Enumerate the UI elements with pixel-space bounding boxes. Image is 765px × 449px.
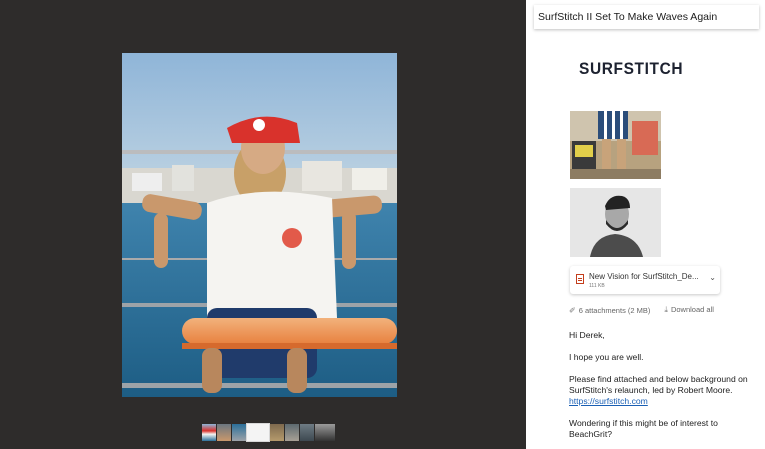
surfstitch-logo: SURFSTITCH xyxy=(579,60,684,79)
email-reading-pane: SurfStitch II Set To Make Waves Again SU… xyxy=(526,0,765,449)
surfstitch-link[interactable]: https://surfstitch.com xyxy=(569,396,648,406)
body-paragraph: I hope you are well. xyxy=(569,352,644,362)
chevron-down-icon[interactable]: ⌄ xyxy=(709,273,716,282)
thumbnail[interactable] xyxy=(217,424,231,441)
body-paragraph: Wondering if this might be of interest t… xyxy=(569,418,718,439)
thumbnail-strip xyxy=(202,423,335,442)
attachment-name: New Vision for SurfStitch_De... xyxy=(589,272,699,281)
email-subject: SurfStitch II Set To Make Waves Again xyxy=(534,5,759,29)
thumbnail[interactable] xyxy=(232,424,246,441)
attachment-card[interactable]: New Vision for SurfStitch_De... 111 KB ⌄ xyxy=(570,266,720,294)
thumbnail[interactable] xyxy=(300,424,314,441)
thumbnail[interactable] xyxy=(315,424,335,441)
thumbnail-selected[interactable] xyxy=(246,423,270,442)
email-body: Hi Derek, I hope you are well. Please fi… xyxy=(569,330,759,440)
word-doc-icon xyxy=(576,274,584,284)
greeting: Hi Derek, xyxy=(569,330,605,340)
paperclip-icon: ✐ xyxy=(569,305,576,315)
attachments-summary[interactable]: ✐ 6 attachments (2 MB) xyxy=(569,306,650,315)
download-all-button[interactable]: ⤓ Download all xyxy=(664,305,714,315)
body-paragraph: Please find attached and below backgroun… xyxy=(569,374,748,395)
image-viewer xyxy=(0,0,526,449)
download-icon: ⤓ xyxy=(664,305,668,314)
attachment-size: 111 KB xyxy=(589,283,605,289)
main-photo[interactable] xyxy=(122,53,397,397)
thumbnail[interactable] xyxy=(202,424,216,441)
thumbnail[interactable] xyxy=(270,424,284,441)
email-inline-image-store[interactable] xyxy=(570,111,661,179)
attachments-bar: ✐ 6 attachments (2 MB) ⤓ Download all xyxy=(569,305,714,315)
thumbnail[interactable] xyxy=(285,424,299,441)
email-inline-image-portrait[interactable] xyxy=(570,188,661,257)
